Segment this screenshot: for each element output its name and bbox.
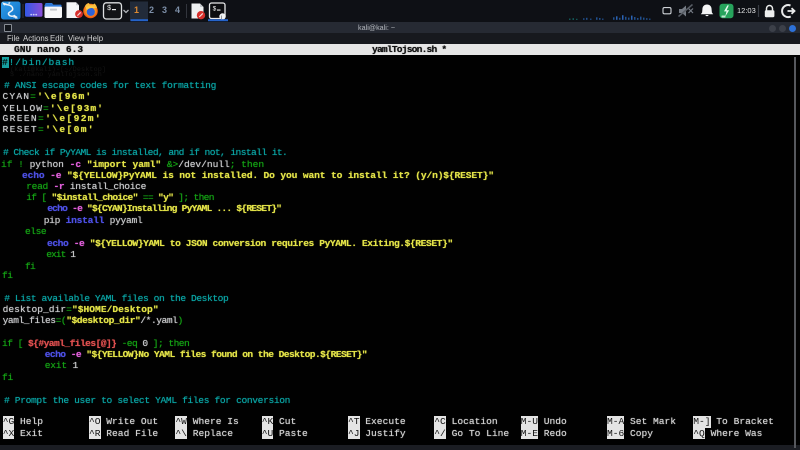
svg-text:$: $ (213, 6, 217, 13)
svg-text:$: $ (107, 5, 111, 13)
